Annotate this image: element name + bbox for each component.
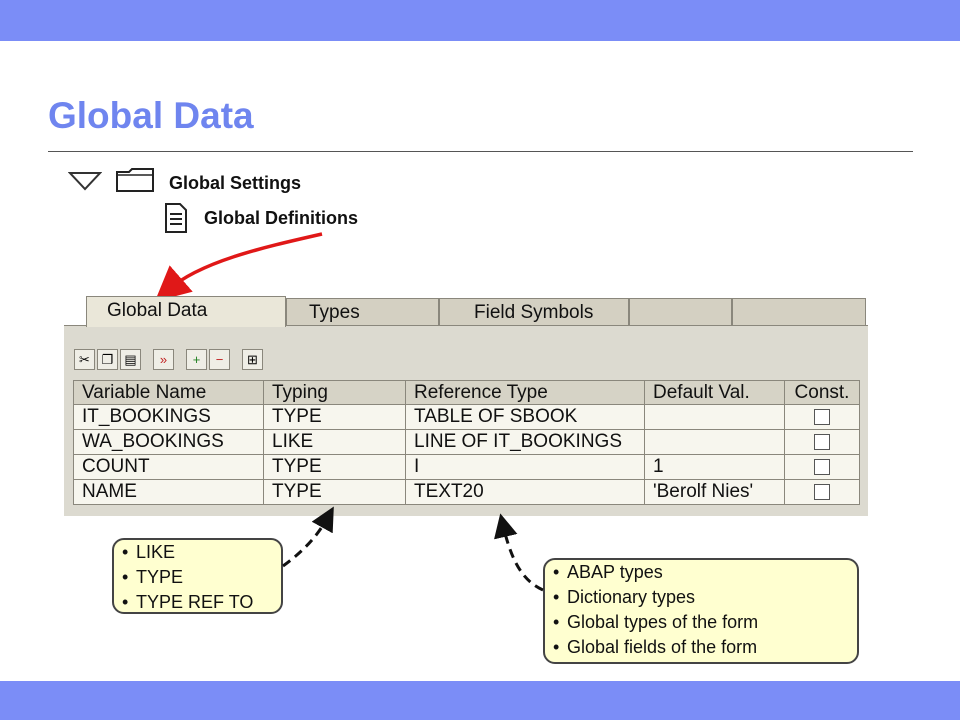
variable-name-cell[interactable]: WA_BOOKINGS [73,429,264,455]
column-header-typing[interactable]: Typing [263,380,406,405]
tab-label: Global Data [107,300,208,321]
table-header-row: Variable Name Typing Reference Type Defa… [73,380,860,405]
global-data-table: Variable Name Typing Reference Type Defa… [73,380,860,505]
tree-item-global-settings[interactable]: Global Settings [169,173,301,194]
typing-cell[interactable]: TYPE [263,404,406,430]
list-item: • Dictionary types [553,587,696,607]
constant-cell [784,429,860,455]
delete-row-icon[interactable]: − [209,349,230,370]
variable-name-cell[interactable]: IT_BOOKINGS [73,404,264,430]
constant-checkbox[interactable] [814,458,830,475]
execute-icon[interactable]: » [153,349,174,370]
copy-icon[interactable]: ❐ [97,349,118,370]
tab-empty-1[interactable] [629,298,732,326]
tab-global-data[interactable]: Global Data [86,296,286,327]
tab-label: Field Symbols [474,302,594,323]
list-item: • LIKE [122,542,176,562]
bottom-accent-bar [0,681,960,720]
variable-name-cell[interactable]: NAME [73,479,264,505]
typing-options-callout: • LIKE • TYPE • TYPE REF TO [112,538,283,614]
document-icon [165,203,187,233]
table-row: NAME TYPE TEXT20 'Berolf Nies' [73,479,860,505]
reference-type-options-callout: • ABAP types • Dictionary types • Global ty… [543,558,859,664]
insert-row-icon[interactable]: + [186,349,207,370]
paste-icon[interactable]: ▤ [120,349,141,370]
reference-type-cell[interactable]: TABLE OF SBOOK [405,404,645,430]
column-header-default-value[interactable]: Default Val. [644,380,785,405]
hierarchy-icon[interactable]: ⊞ [242,349,263,370]
table-row: IT_BOOKINGS TYPE TABLE OF SBOOK [73,404,860,430]
list-item: • TYPE REF TO [122,592,254,612]
folder-icon [116,168,154,192]
tab-empty-2[interactable] [732,298,866,326]
constant-checkbox[interactable] [814,483,830,500]
cut-icon[interactable]: ✂ [74,349,95,370]
typing-dashed-arrow [282,506,334,568]
top-accent-bar [0,0,960,41]
reference-type-cell[interactable]: I [405,454,645,480]
typing-cell[interactable]: TYPE [263,454,406,480]
constant-cell [784,454,860,480]
list-item: • ABAP types [553,562,663,582]
default-value-cell[interactable]: 'Berolf Nies' [644,479,785,505]
variable-name-cell[interactable]: COUNT [73,454,264,480]
list-item: • TYPE [122,567,184,587]
title-divider [48,151,913,152]
reference-type-cell[interactable]: TEXT20 [405,479,645,505]
grid-toolbar: ✂ ❐ ▤ » + − ⊞ [74,349,265,373]
column-header-variable-name[interactable]: Variable Name [73,380,264,405]
constant-cell [784,404,860,430]
triangle-down-icon[interactable] [68,170,102,192]
constant-checkbox[interactable] [814,408,830,425]
list-item: • Global fields of the form [553,637,758,657]
tab-types[interactable]: Types [286,298,439,326]
constant-cell [784,479,860,505]
column-header-constant[interactable]: Const. [784,380,860,405]
tab-strip: Global Data Types Field Symbols [64,296,868,327]
reference-type-cell[interactable]: LINE OF IT_BOOKINGS [405,429,645,455]
column-header-reference-type[interactable]: Reference Type [405,380,645,405]
global-definitions-panel: Global Data Types Field Symbols ✂ ❐ ▤ » … [64,296,868,516]
red-pointer-arrow [154,232,323,302]
tree-item-global-definitions[interactable]: Global Definitions [204,208,358,229]
tab-field-symbols[interactable]: Field Symbols [439,298,629,326]
list-item: • Global types of the form [553,612,759,632]
default-value-cell[interactable] [644,429,785,455]
typing-cell[interactable]: LIKE [263,429,406,455]
table-row: COUNT TYPE I 1 [73,454,860,480]
typing-cell[interactable]: TYPE [263,479,406,505]
slide-title: Global Data [48,95,254,136]
tab-label: Types [309,302,360,323]
default-value-cell[interactable] [644,404,785,430]
default-value-cell[interactable]: 1 [644,454,785,480]
reference-dashed-arrow [494,513,544,592]
table-row: WA_BOOKINGS LIKE LINE OF IT_BOOKINGS [73,429,860,455]
constant-checkbox[interactable] [814,433,830,450]
tab-content: ✂ ❐ ▤ » + − ⊞ Variable Name Typing Refer… [64,325,868,516]
